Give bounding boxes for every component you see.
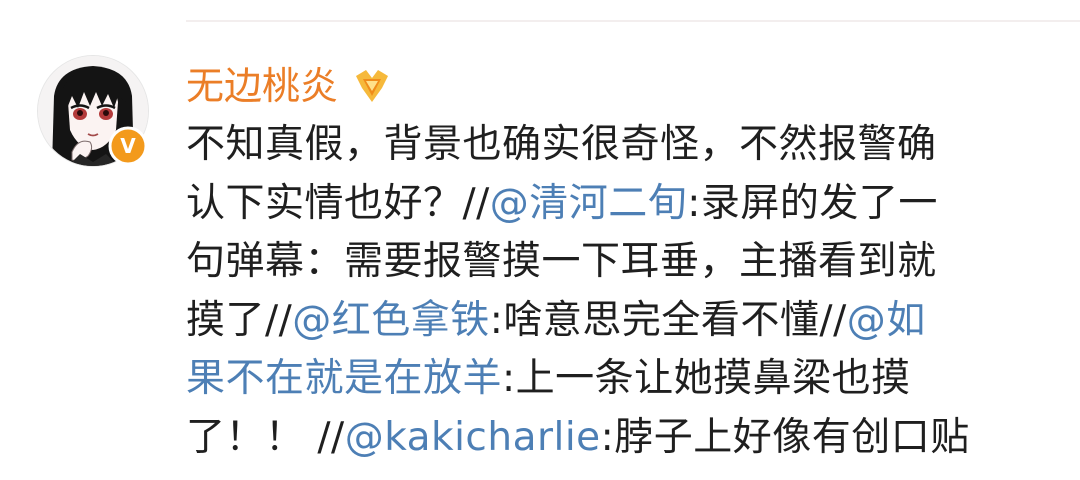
post-text-line: 句弹幕：需要报警摸一下耳垂，主播看到就 bbox=[186, 233, 1036, 292]
mention-link[interactable]: @kakicharlie bbox=[345, 415, 601, 460]
verified-letter: V bbox=[120, 134, 136, 158]
post-text-segment: :脖子上好像有创口贴 bbox=[600, 414, 970, 460]
post-text-segment: :录屏的发了一 bbox=[687, 180, 938, 226]
post-text-segment: 了！！ // bbox=[186, 414, 345, 460]
mention-link[interactable]: @清河二旬 bbox=[490, 181, 688, 226]
post-text-segment: 不知真假，背景也确实很奇怪，不然报警确 bbox=[186, 122, 937, 167]
mention-link[interactable]: @红色拿铁 bbox=[292, 298, 490, 343]
username[interactable]: 无边桃炎 bbox=[186, 56, 338, 116]
mention-link[interactable]: 果不在就是在放羊 bbox=[186, 356, 502, 401]
post-text-segment: 句弹幕：需要报警摸一下耳垂，主播看到就 bbox=[186, 239, 937, 285]
post-header: 无边桃炎 bbox=[186, 56, 392, 116]
post-text-segment: 认下实情也好？// bbox=[186, 180, 490, 226]
post-text: 不知真假，背景也确实很奇怪，不然报警确 认下实情也好？//@清河二旬:录屏的发了一… bbox=[186, 116, 1036, 468]
post-text-line: 果不在就是在放羊:上一条让她摸鼻梁也摸 bbox=[186, 350, 1036, 409]
post-text-line: 认下实情也好？//@清河二旬:录屏的发了一 bbox=[186, 175, 1036, 234]
post-text-line: 摸了//@红色拿铁:啥意思完全看不懂//@如 bbox=[186, 292, 1036, 351]
post-text-segment: :啥意思完全看不懂// bbox=[489, 297, 847, 343]
mention-link[interactable]: @如 bbox=[847, 298, 926, 343]
weibo-post: V 无边桃炎 不知真假，背景也确实很奇怪，不然报警确 认下实情也好？//@清河二旬… bbox=[0, 0, 1080, 480]
post-text-segment: 摸了// bbox=[186, 297, 293, 343]
verified-v-badge-icon: V bbox=[108, 126, 148, 166]
post-text-segment: :上一条让她摸鼻梁也摸 bbox=[502, 356, 911, 402]
post-text-line: 了！！ //@kakicharlie:脖子上好像有创口贴 bbox=[186, 409, 1036, 468]
post-text-line: 不知真假，背景也确实很奇怪，不然报警确 bbox=[186, 116, 1036, 175]
divider bbox=[186, 20, 1080, 22]
gold-member-badge-icon[interactable] bbox=[352, 66, 392, 106]
